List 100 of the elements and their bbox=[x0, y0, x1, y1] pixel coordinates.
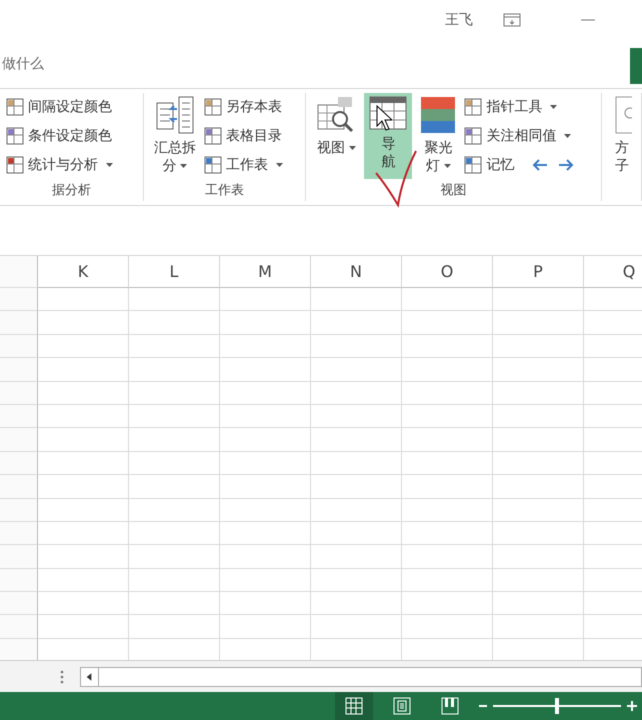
grid-cell[interactable] bbox=[493, 545, 584, 569]
grid-cell[interactable] bbox=[493, 428, 584, 452]
view-button[interactable] bbox=[335, 692, 373, 720]
grid-cell[interactable] bbox=[402, 382, 493, 405]
grid-cell[interactable] bbox=[220, 404, 311, 428]
zoom-in-icon[interactable] bbox=[627, 701, 637, 711]
grid-cell[interactable] bbox=[493, 568, 584, 592]
grid-cell[interactable] bbox=[220, 545, 311, 569]
grid-cell[interactable] bbox=[493, 288, 584, 312]
grid-cell[interactable] bbox=[220, 522, 311, 546]
grid-cell[interactable] bbox=[129, 288, 220, 312]
grid-cell[interactable] bbox=[402, 475, 493, 499]
ribbon-small-button[interactable]: 关注相同值 bbox=[464, 124, 574, 147]
grid-cell[interactable] bbox=[311, 288, 402, 312]
grid-cell[interactable] bbox=[311, 498, 402, 522]
ribbon-display-icon[interactable] bbox=[503, 13, 521, 27]
row-header[interactable] bbox=[0, 568, 38, 592]
grid-cell[interactable] bbox=[220, 358, 311, 382]
grid-cell[interactable] bbox=[220, 428, 311, 452]
grid-cell[interactable] bbox=[402, 545, 493, 569]
row-header[interactable] bbox=[0, 615, 38, 639]
row-header[interactable] bbox=[0, 404, 38, 428]
column-header[interactable]: L bbox=[129, 256, 220, 288]
grid-cell[interactable] bbox=[493, 311, 584, 335]
grid-cell[interactable] bbox=[38, 311, 129, 335]
grid-cell[interactable] bbox=[402, 404, 493, 428]
grid-cell[interactable] bbox=[129, 311, 220, 335]
grid-cell[interactable] bbox=[129, 358, 220, 382]
row-header[interactable] bbox=[0, 545, 38, 569]
tell-me-field[interactable]: 做什么 bbox=[0, 55, 44, 73]
row-header[interactable] bbox=[0, 498, 38, 522]
grid-cell[interactable] bbox=[493, 522, 584, 546]
grid-cell[interactable] bbox=[402, 498, 493, 522]
grid-cell[interactable] bbox=[38, 615, 129, 639]
grid-cell[interactable] bbox=[220, 452, 311, 476]
row-header[interactable] bbox=[0, 638, 38, 660]
grid-cell[interactable] bbox=[129, 452, 220, 476]
grid-cell[interactable] bbox=[493, 592, 584, 616]
grid-cell[interactable] bbox=[311, 404, 402, 428]
grid-cell[interactable] bbox=[220, 475, 311, 499]
row-header[interactable] bbox=[0, 334, 38, 358]
ribbon-small-button[interactable]: 统计与分析 bbox=[6, 153, 113, 176]
minimize-icon[interactable] bbox=[581, 19, 595, 21]
grid-cell[interactable] bbox=[38, 428, 129, 452]
grid-cell[interactable] bbox=[38, 358, 129, 382]
more-options-icon[interactable] bbox=[60, 670, 64, 684]
grid-cell[interactable] bbox=[402, 428, 493, 452]
grid-cell[interactable] bbox=[38, 592, 129, 616]
grid-cell[interactable] bbox=[402, 522, 493, 546]
grid-cell[interactable] bbox=[220, 592, 311, 616]
grid-cell[interactable] bbox=[220, 498, 311, 522]
grid-cell[interactable] bbox=[129, 382, 220, 405]
grid-cell[interactable] bbox=[311, 452, 402, 476]
row-header[interactable] bbox=[0, 592, 38, 616]
ribbon-large-button[interactable]: 聚光 灯 bbox=[416, 93, 460, 179]
column-header[interactable]: O bbox=[402, 256, 493, 288]
grid-cell[interactable] bbox=[129, 428, 220, 452]
column-header[interactable]: N bbox=[311, 256, 402, 288]
grid-cell[interactable] bbox=[493, 358, 584, 382]
row-header[interactable] bbox=[0, 288, 38, 312]
grid-cell[interactable] bbox=[38, 568, 129, 592]
grid-cell[interactable] bbox=[129, 592, 220, 616]
grid-cell[interactable] bbox=[129, 475, 220, 499]
grid-cell[interactable] bbox=[311, 545, 402, 569]
ribbon-small-button[interactable]: 记忆 bbox=[464, 153, 574, 176]
row-header[interactable] bbox=[0, 452, 38, 476]
grid-cell[interactable] bbox=[38, 545, 129, 569]
grid-cell[interactable] bbox=[493, 334, 584, 358]
row-header[interactable] bbox=[0, 358, 38, 382]
grid-cell[interactable] bbox=[129, 498, 220, 522]
forward-arrow-icon[interactable] bbox=[558, 158, 574, 170]
grid-cell[interactable] bbox=[129, 334, 220, 358]
grid-cell[interactable] bbox=[493, 615, 584, 639]
grid-cell[interactable] bbox=[311, 311, 402, 335]
grid-cell[interactable] bbox=[493, 498, 584, 522]
grid-cell[interactable] bbox=[402, 452, 493, 476]
grid-cell[interactable] bbox=[311, 522, 402, 546]
grid-cell[interactable] bbox=[311, 592, 402, 616]
grid-cell[interactable] bbox=[493, 404, 584, 428]
grid-cell[interactable] bbox=[220, 311, 311, 335]
grid-cell[interactable] bbox=[402, 358, 493, 382]
grid-cell[interactable] bbox=[129, 615, 220, 639]
grid-cell[interactable] bbox=[311, 615, 402, 639]
horizontal-scrollbar[interactable] bbox=[80, 666, 642, 686]
grid-cell[interactable] bbox=[38, 288, 129, 312]
grid-cell[interactable] bbox=[402, 288, 493, 312]
row-header[interactable] bbox=[0, 382, 38, 405]
column-header[interactable]: P bbox=[493, 256, 584, 288]
grid-cell[interactable] bbox=[402, 334, 493, 358]
grid-cell[interactable] bbox=[129, 404, 220, 428]
ribbon-large-button[interactable]: 导 航 bbox=[364, 93, 412, 179]
grid-cell[interactable] bbox=[220, 382, 311, 405]
grid-cell[interactable] bbox=[402, 311, 493, 335]
grid-cell[interactable] bbox=[220, 615, 311, 639]
grid-cell[interactable] bbox=[38, 475, 129, 499]
grid-cell[interactable] bbox=[402, 568, 493, 592]
grid-cell[interactable] bbox=[220, 568, 311, 592]
grid-cell[interactable] bbox=[311, 358, 402, 382]
grid-cell[interactable] bbox=[129, 545, 220, 569]
grid-cell[interactable] bbox=[129, 568, 220, 592]
